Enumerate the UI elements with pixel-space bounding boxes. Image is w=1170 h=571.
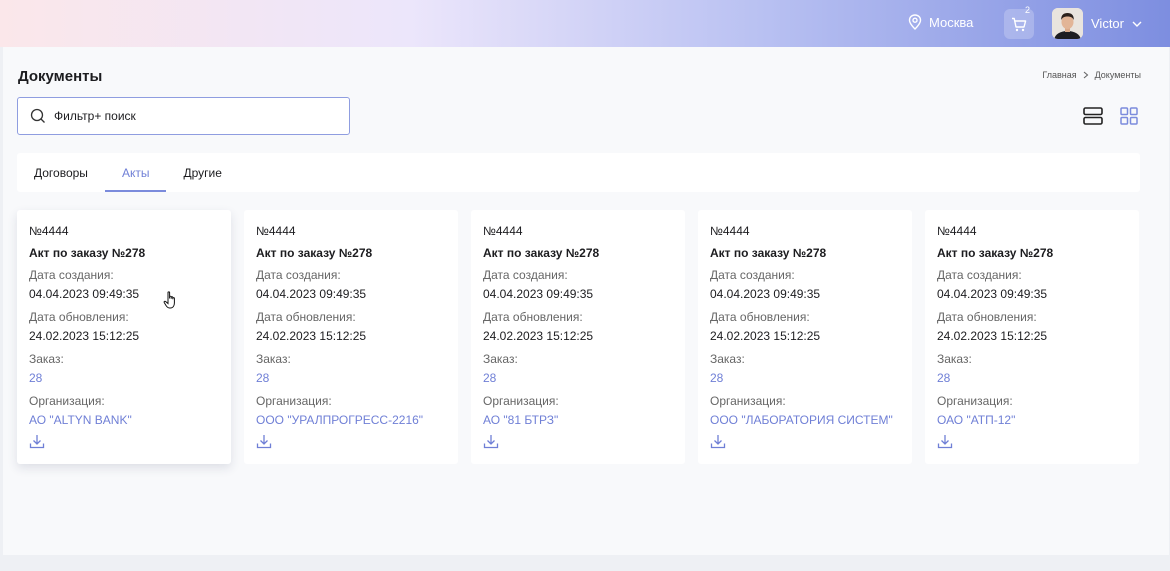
grid-view-button[interactable] [1120, 107, 1138, 130]
order-link[interactable]: 28 [710, 371, 900, 385]
org-link[interactable]: ООО "ЛАБОРАТОРИЯ СИСТЕМ" [710, 413, 900, 427]
location-icon [908, 14, 922, 30]
updated-value: 24.02.2023 15:12:25 [256, 329, 367, 343]
grid-view-icon [1120, 107, 1138, 125]
cart-icon [1012, 17, 1027, 31]
breadcrumb-home[interactable]: Главная [1042, 70, 1076, 80]
org-label: Организация: [710, 394, 786, 408]
order-label: Заказ: [710, 352, 745, 366]
updated-value: 24.02.2023 15:12:25 [483, 329, 594, 343]
created-value: 04.04.2023 09:49:35 [29, 287, 140, 301]
card-number: №4444 [483, 224, 523, 238]
updated-value: 24.02.2023 15:12:25 [710, 329, 821, 343]
tab-contracts[interactable]: Договоры [17, 153, 105, 192]
document-card[interactable]: №4444 Акт по заказу №278 Дата создания: … [244, 210, 458, 464]
user-menu[interactable]: Victor [1052, 8, 1142, 39]
list-view-icon [1083, 107, 1103, 125]
tab-other[interactable]: Другие [166, 153, 238, 192]
breadcrumb-current: Документы [1094, 70, 1141, 80]
card-title: Акт по заказу №278 [483, 246, 600, 260]
org-label: Организация: [483, 394, 559, 408]
cart-count-badge: 2 [1025, 5, 1031, 15]
document-card[interactable]: №4444 Акт по заказу №278 Дата создания: … [698, 210, 912, 464]
created-label: Дата создания: [29, 268, 114, 282]
download-button[interactable] [710, 434, 726, 454]
updated-value: 24.02.2023 15:12:25 [29, 329, 140, 343]
created-value: 04.04.2023 09:49:35 [483, 287, 594, 301]
org-link[interactable]: АО "81 БТРЗ" [483, 413, 673, 427]
card-title: Акт по заказу №278 [937, 246, 1054, 260]
created-label: Дата создания: [256, 268, 341, 282]
download-button[interactable] [256, 434, 272, 454]
download-button[interactable] [937, 434, 953, 454]
order-link[interactable]: 28 [483, 371, 673, 385]
search-icon [30, 108, 45, 123]
created-value: 04.04.2023 09:49:35 [710, 287, 821, 301]
download-icon [256, 435, 272, 449]
created-label: Дата создания: [710, 268, 795, 282]
created-label: Дата создания: [937, 268, 1022, 282]
download-icon [710, 435, 726, 449]
card-title: Акт по заказу №278 [710, 246, 827, 260]
order-label: Заказ: [937, 352, 972, 366]
card-number: №4444 [710, 224, 750, 238]
order-link[interactable]: 28 [937, 371, 1127, 385]
card-number: №4444 [937, 224, 977, 238]
hand-cursor-icon [163, 290, 179, 315]
avatar [1052, 8, 1083, 39]
org-link[interactable]: АО "ALTYN BANK" [29, 413, 219, 427]
location-selector[interactable]: Москва [908, 14, 973, 30]
updated-value: 24.02.2023 15:12:25 [937, 329, 1048, 343]
order-link[interactable]: 28 [29, 371, 219, 385]
created-label: Дата создания: [483, 268, 568, 282]
page-title: Документы [18, 68, 103, 85]
card-title: Акт по заказу №278 [256, 246, 373, 260]
search-input[interactable] [54, 109, 334, 123]
org-link[interactable]: ОАО "АТП-12" [937, 413, 1127, 427]
document-card[interactable]: №4444 Акт по заказу №278 Дата создания: … [471, 210, 685, 464]
created-value: 04.04.2023 09:49:35 [256, 287, 367, 301]
order-label: Заказ: [483, 352, 518, 366]
user-name: Victor [1091, 16, 1124, 31]
breadcrumb: Главная Документы [1042, 70, 1141, 80]
card-title: Акт по заказу №278 [29, 246, 146, 260]
download-icon [483, 435, 499, 449]
order-label: Заказ: [29, 352, 64, 366]
card-number: №4444 [29, 224, 69, 238]
org-link[interactable]: ООО "УРАЛПРОГРЕСС-2216" [256, 413, 446, 427]
list-view-button[interactable] [1083, 107, 1103, 130]
card-number: №4444 [256, 224, 296, 238]
document-tabs: Договоры Акты Другие [17, 153, 1140, 192]
org-label: Организация: [29, 394, 105, 408]
created-value: 04.04.2023 09:49:35 [937, 287, 1048, 301]
location-label: Москва [929, 14, 974, 30]
download-icon [29, 435, 45, 449]
updated-label: Дата обновления: [937, 310, 1037, 324]
order-label: Заказ: [256, 352, 291, 366]
org-label: Организация: [256, 394, 332, 408]
updated-label: Дата обновления: [483, 310, 583, 324]
tab-acts[interactable]: Акты [104, 153, 167, 192]
chevron-right-icon [1083, 71, 1088, 79]
download-icon [937, 435, 953, 449]
top-bar: Москва 2 Victor [0, 0, 1170, 47]
document-card[interactable]: №4444 Акт по заказу №278 Дата создания: … [17, 210, 231, 464]
download-button[interactable] [29, 434, 45, 454]
order-link[interactable]: 28 [256, 371, 446, 385]
search-box[interactable] [17, 97, 350, 135]
org-label: Организация: [937, 394, 1013, 408]
document-cards: №4444 Акт по заказу №278 Дата создания: … [17, 210, 1139, 464]
chevron-down-icon [1132, 21, 1142, 27]
updated-label: Дата обновления: [256, 310, 356, 324]
updated-label: Дата обновления: [710, 310, 810, 324]
updated-label: Дата обновления: [29, 310, 129, 324]
download-button[interactable] [483, 434, 499, 454]
document-card[interactable]: №4444 Акт по заказу №278 Дата создания: … [925, 210, 1139, 464]
